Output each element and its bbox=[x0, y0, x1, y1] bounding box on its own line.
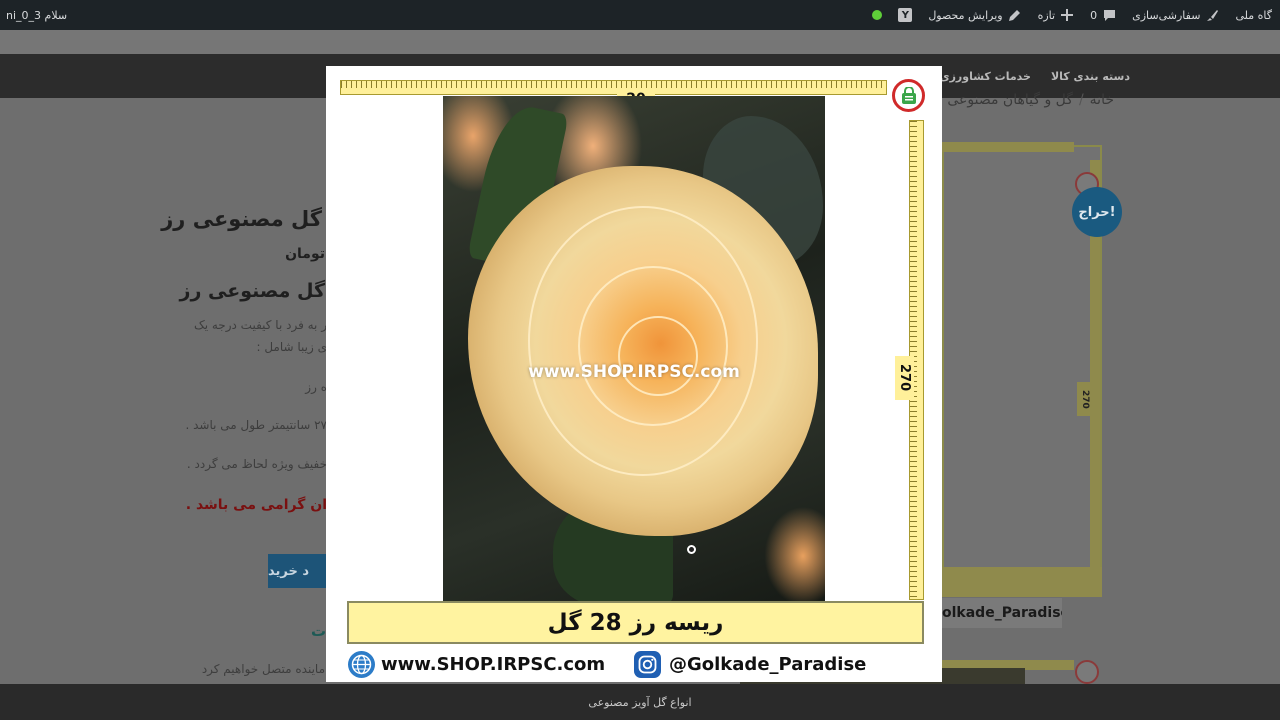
gallery-ruler-top bbox=[942, 142, 1074, 152]
product-price: تومان bbox=[285, 246, 325, 262]
customize-label: سفارشی‌سازی bbox=[1132, 8, 1201, 22]
greeting-label: سلام ni_0_3 bbox=[6, 8, 68, 22]
globe-icon bbox=[348, 651, 375, 678]
page: گاه ملی سفارشی‌سازی 0 تازه ویرایش محصول bbox=[0, 0, 1280, 720]
breadcrumb-separator: / bbox=[1078, 92, 1084, 108]
new-label: تازه bbox=[1037, 8, 1056, 22]
admin-bar: گاه ملی سفارشی‌سازی 0 تازه ویرایش محصول bbox=[0, 0, 1280, 30]
instagram-text: @Golkade_Paradise bbox=[669, 654, 867, 675]
photo-watermark: www.SHOP.IRPSC.com bbox=[528, 362, 740, 382]
website-text: www.SHOP.IRPSC.com bbox=[381, 654, 606, 675]
admin-customize[interactable]: سفارشی‌سازی bbox=[1124, 0, 1227, 30]
rose-photo: www.SHOP.IRPSC.com bbox=[443, 96, 825, 601]
nav-item-agri-services[interactable]: خدمات کشاورزی bbox=[940, 70, 1031, 83]
pencil-icon bbox=[1008, 8, 1022, 22]
gallery-caption-band bbox=[942, 567, 1102, 597]
contact-text: ماینده متصل خواهیم کرد bbox=[201, 662, 325, 676]
product-desc-line: ر به فرد با کیفیت درجه یک bbox=[193, 318, 327, 332]
mouse-cursor-icon bbox=[687, 545, 696, 554]
sale-badge: حراج! bbox=[1072, 187, 1122, 237]
breadcrumb: خانه / گل و گیاهان مصنوعی bbox=[947, 92, 1114, 108]
admin-new[interactable]: تازه bbox=[1030, 0, 1083, 30]
bottom-caption-text: انواع گل آویز مصنوعی bbox=[588, 695, 692, 709]
gallery-caption: olkade_Paradise bbox=[942, 598, 1062, 628]
product-desc-line: ۲۷ سانتیمتر طول می باشد . bbox=[185, 418, 328, 432]
admin-site-name[interactable]: گاه ملی bbox=[1227, 0, 1280, 30]
yoast-icon: Y bbox=[898, 8, 913, 22]
site-header bbox=[0, 30, 1280, 54]
caption-text: ریسه رز 28 گل bbox=[547, 609, 724, 636]
website-link: www.SHOP.IRPSC.com bbox=[348, 651, 605, 678]
product-title: گل مصنوعی رز bbox=[161, 207, 322, 231]
product-subtitle: گل مصنوعی رز bbox=[179, 280, 325, 302]
comments-count: 0 bbox=[1090, 8, 1098, 22]
ruler-side-label: 270 bbox=[895, 356, 914, 400]
instagram-icon bbox=[634, 651, 661, 678]
admin-status[interactable] bbox=[864, 0, 890, 30]
nav-item-categories[interactable]: دسته بندی کالا bbox=[1051, 70, 1130, 83]
rose-petal bbox=[618, 316, 698, 396]
breadcrumb-home[interactable]: خانه bbox=[1090, 92, 1114, 108]
shopping-bag-icon bbox=[892, 79, 925, 112]
product-notice: ان گرامی می باشد . bbox=[185, 497, 327, 513]
comment-icon bbox=[1102, 8, 1116, 22]
thumbnail-bag-icon bbox=[1075, 660, 1099, 684]
status-dot-icon bbox=[872, 10, 883, 20]
rose-flower bbox=[468, 166, 818, 536]
bottom-caption-bar: انواع گل آویز مصنوعی bbox=[0, 684, 1280, 720]
site-name-label: گاه ملی bbox=[1235, 8, 1272, 22]
instagram-link: @Golkade_Paradise bbox=[634, 651, 866, 678]
gallery-ruler-label: 270 bbox=[1077, 382, 1093, 416]
breadcrumb-category[interactable]: گل و گیاهان مصنوعی bbox=[947, 92, 1073, 108]
admin-comments[interactable]: 0 bbox=[1082, 0, 1124, 30]
admin-yoast[interactable]: Y bbox=[890, 0, 920, 30]
brush-icon bbox=[1205, 8, 1219, 22]
product-desc-line: ه رز bbox=[305, 380, 327, 394]
plus-icon bbox=[1060, 8, 1074, 22]
lightbox-image[interactable]: 20 270 www.SHOP.IRPSC.com ریسه رز bbox=[326, 66, 942, 682]
product-desc-line: ی زیبا شامل : bbox=[256, 340, 327, 354]
section-heading-fragment: ت bbox=[311, 622, 327, 640]
admin-account[interactable]: سلام ni_0_3 bbox=[6, 0, 67, 30]
buy-button[interactable]: د خرید bbox=[268, 554, 328, 588]
product-caption: ریسه رز 28 گل bbox=[347, 601, 924, 644]
product-desc-line: خفیف ویژه لحاظ می گردد . bbox=[186, 457, 327, 471]
admin-edit-product[interactable]: ویرایش محصول bbox=[920, 0, 1029, 30]
ruler-top bbox=[340, 80, 887, 95]
edit-product-label: ویرایش محصول bbox=[928, 8, 1003, 22]
